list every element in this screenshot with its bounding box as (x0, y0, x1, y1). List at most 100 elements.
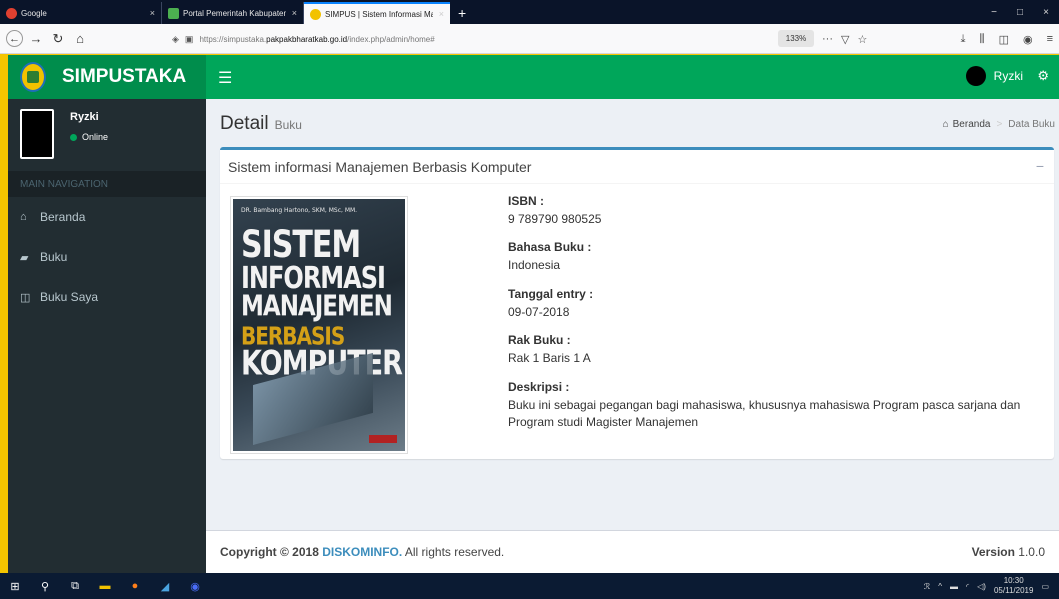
new-tab-button[interactable]: + (450, 2, 474, 24)
online-dot-icon (70, 133, 77, 141)
avatar (965, 66, 986, 86)
maximize-icon[interactable]: □ (1007, 7, 1033, 18)
copyright-prefix: Copyright © 2018 (220, 545, 319, 559)
home-icon[interactable]: ⌂ (71, 30, 89, 48)
sidebar-item-beranda[interactable]: ⌂ Beranda (8, 197, 206, 237)
page-footer: Copyright © 2018 DISKOMINFO. All rights … (206, 530, 1059, 573)
book-detail-box: Sistem informasi Manajemen Berbasis Komp… (220, 147, 1054, 459)
shield-icon: ◈ (172, 33, 179, 44)
portal-favicon-icon (168, 7, 179, 19)
account-icon[interactable]: ◉ (1023, 33, 1033, 46)
network-icon[interactable]: ◜ (966, 582, 969, 591)
notifications-icon[interactable]: ▭ (1041, 582, 1049, 591)
user-panel: Ryzki Online (8, 99, 206, 171)
version-label: Version (971, 545, 1015, 559)
shelf-value: Rak 1 Baris 1 A (508, 351, 591, 366)
tab-title: Google (21, 8, 47, 18)
box-header: Sistem informasi Manajemen Berbasis Komp… (220, 150, 1054, 184)
app-icon[interactable]: ◢ (150, 573, 180, 599)
reload-icon[interactable]: ↻ (49, 30, 67, 48)
firefox-icon[interactable]: ● (120, 573, 150, 599)
browser-tab-bar: Google × Portal Pemerintah Kabupaten Pa … (0, 0, 1059, 24)
publisher-logo (369, 435, 397, 443)
tab-close-icon[interactable]: × (150, 8, 155, 18)
zoom-level-badge[interactable]: 133% (778, 30, 814, 47)
language-value: Indonesia (508, 258, 561, 273)
breadcrumb-current: Data Buku (1008, 119, 1055, 130)
system-tray: ℛ ^ ▬ ◜ ◁) 10:30 05/11/2019 ▭ (924, 573, 1059, 599)
window-controls: − □ × (981, 0, 1059, 24)
dashboard-icon: ⌂ (942, 119, 949, 130)
more-actions-icon[interactable]: ··· (822, 33, 833, 45)
hamburger-menu-icon[interactable]: ≡ (1047, 33, 1053, 45)
logo-text: SIMPUSTAKA (62, 66, 187, 87)
people-icon[interactable]: ℛ (924, 582, 930, 591)
url-path: /index.php/admin/home# (347, 34, 435, 44)
columns-icon: ◫ (20, 291, 31, 304)
footer-brand-link[interactable]: DISKOMINFO. (322, 545, 402, 559)
page-header: Detail Buku (220, 113, 302, 135)
home-icon: ⌂ (20, 211, 27, 223)
file-explorer-icon[interactable]: ▬ (90, 573, 120, 599)
minimize-icon[interactable]: − (981, 7, 1007, 18)
regency-seal-icon (20, 62, 46, 92)
sidebar-toggle-icon[interactable]: ◫ (999, 33, 1009, 46)
simpus-favicon-icon (310, 8, 321, 20)
close-window-icon[interactable]: × (1033, 7, 1059, 18)
library-icon[interactable]: ⫼ (980, 33, 985, 46)
tab-title: Portal Pemerintah Kabupaten Pa (183, 8, 286, 18)
book-icon: ▰ (20, 251, 29, 264)
vpn-icon[interactable]: ◉ (180, 573, 210, 599)
main-content: Detail Buku ⌂ Beranda > Data Buku Sistem… (206, 99, 1059, 530)
sidebar-item-buku[interactable]: ▰ Buku (8, 237, 206, 277)
collapse-minus-icon[interactable]: − (1036, 158, 1044, 174)
show-hidden-icons-icon[interactable]: ^ (938, 582, 942, 591)
book-details: ISBN : 9 789790 980525 Bahasa Buku : Ind… (508, 194, 1048, 443)
browser-tab-simpus[interactable]: SIMPUS | Sistem Informasi Man × (304, 2, 450, 24)
cover-author: DR. Bambang Hartono, SKM, MSc, MM. (241, 207, 358, 214)
lock-icon: ▣ (184, 33, 194, 44)
bookmark-star-icon[interactable]: ☆ (857, 33, 867, 46)
copyright-rights: All rights reserved. (404, 545, 505, 559)
sidebar-item-label: Buku (40, 250, 68, 264)
volume-icon[interactable]: ◁) (977, 582, 986, 591)
cover-art: DR. Bambang Hartono, SKM, MSc, MM. SISTE… (233, 199, 405, 451)
app-logo[interactable]: SIMPUSTAKA (8, 55, 206, 99)
tab-close-icon[interactable]: × (292, 8, 297, 18)
tab-title: SIMPUS | Sistem Informasi Man (325, 9, 433, 19)
windows-start-icon[interactable]: ⊞ (0, 573, 30, 599)
book-cover-image: DR. Bambang Hartono, SKM, MSc, MM. SISTE… (230, 196, 408, 454)
forward-arrow-icon[interactable]: → (27, 30, 45, 48)
url-host: pakpakbharatkab.go.id (266, 34, 348, 44)
sidebar-item-buku-saya[interactable]: ◫ Buku Saya (8, 277, 206, 317)
browser-tab-portal[interactable]: Portal Pemerintah Kabupaten Pa × (162, 2, 304, 24)
downloads-icon[interactable]: ⤓ (961, 33, 966, 46)
menu-toggle-icon[interactable]: ☰ (218, 68, 232, 88)
cover-title-line: SISTEM (241, 223, 361, 267)
breadcrumb-home[interactable]: Beranda (953, 119, 991, 130)
sidebar: Ryzki Online MAIN NAVIGATION ⌂ Beranda ▰… (8, 99, 206, 573)
book-title: Sistem informasi Manajemen Berbasis Komp… (228, 158, 532, 175)
app-page: SIMPUSTAKA ☰ Ryzki ⚙ Ryzki Online MAIN N… (8, 55, 1059, 573)
entry-date-label: Tanggal entry : (508, 286, 594, 301)
page-title: Detail (220, 113, 269, 134)
search-icon[interactable]: ⚲ (30, 573, 60, 599)
browser-tab-google[interactable]: Google × (0, 2, 162, 24)
tab-close-icon[interactable]: × (439, 9, 444, 19)
browser-navbar: ← → ↻ ⌂ ◈ ▣ https://simpustaka. pakpakbha… (0, 24, 1059, 54)
battery-icon[interactable]: ▬ (950, 582, 958, 591)
language-label: Bahasa Buku : (508, 240, 592, 255)
cogs-icon[interactable]: ⚙ (1037, 68, 1049, 84)
task-view-icon[interactable]: ⧉ (60, 573, 90, 599)
version-info: Version 1.0.0 (972, 545, 1045, 559)
shelf-label: Rak Buku : (508, 333, 571, 348)
browser-toolbar-right: ⤓ ⫼ ◫ ◉ ≡ (961, 28, 1053, 50)
back-arrow-icon[interactable]: ← (6, 30, 23, 47)
clock[interactable]: 10:30 05/11/2019 (994, 576, 1033, 595)
cover-title-line: INFORMASI (241, 260, 386, 296)
pocket-icon[interactable]: ▽ (841, 33, 849, 46)
user-menu[interactable]: Ryzki (965, 66, 1023, 86)
top-navbar: ☰ Ryzki ⚙ (206, 55, 1059, 99)
clock-date: 05/11/2019 (993, 586, 1034, 595)
url-bar[interactable]: ◈ ▣ https://simpustaka. pakpakbharatkab.g… (172, 28, 872, 50)
